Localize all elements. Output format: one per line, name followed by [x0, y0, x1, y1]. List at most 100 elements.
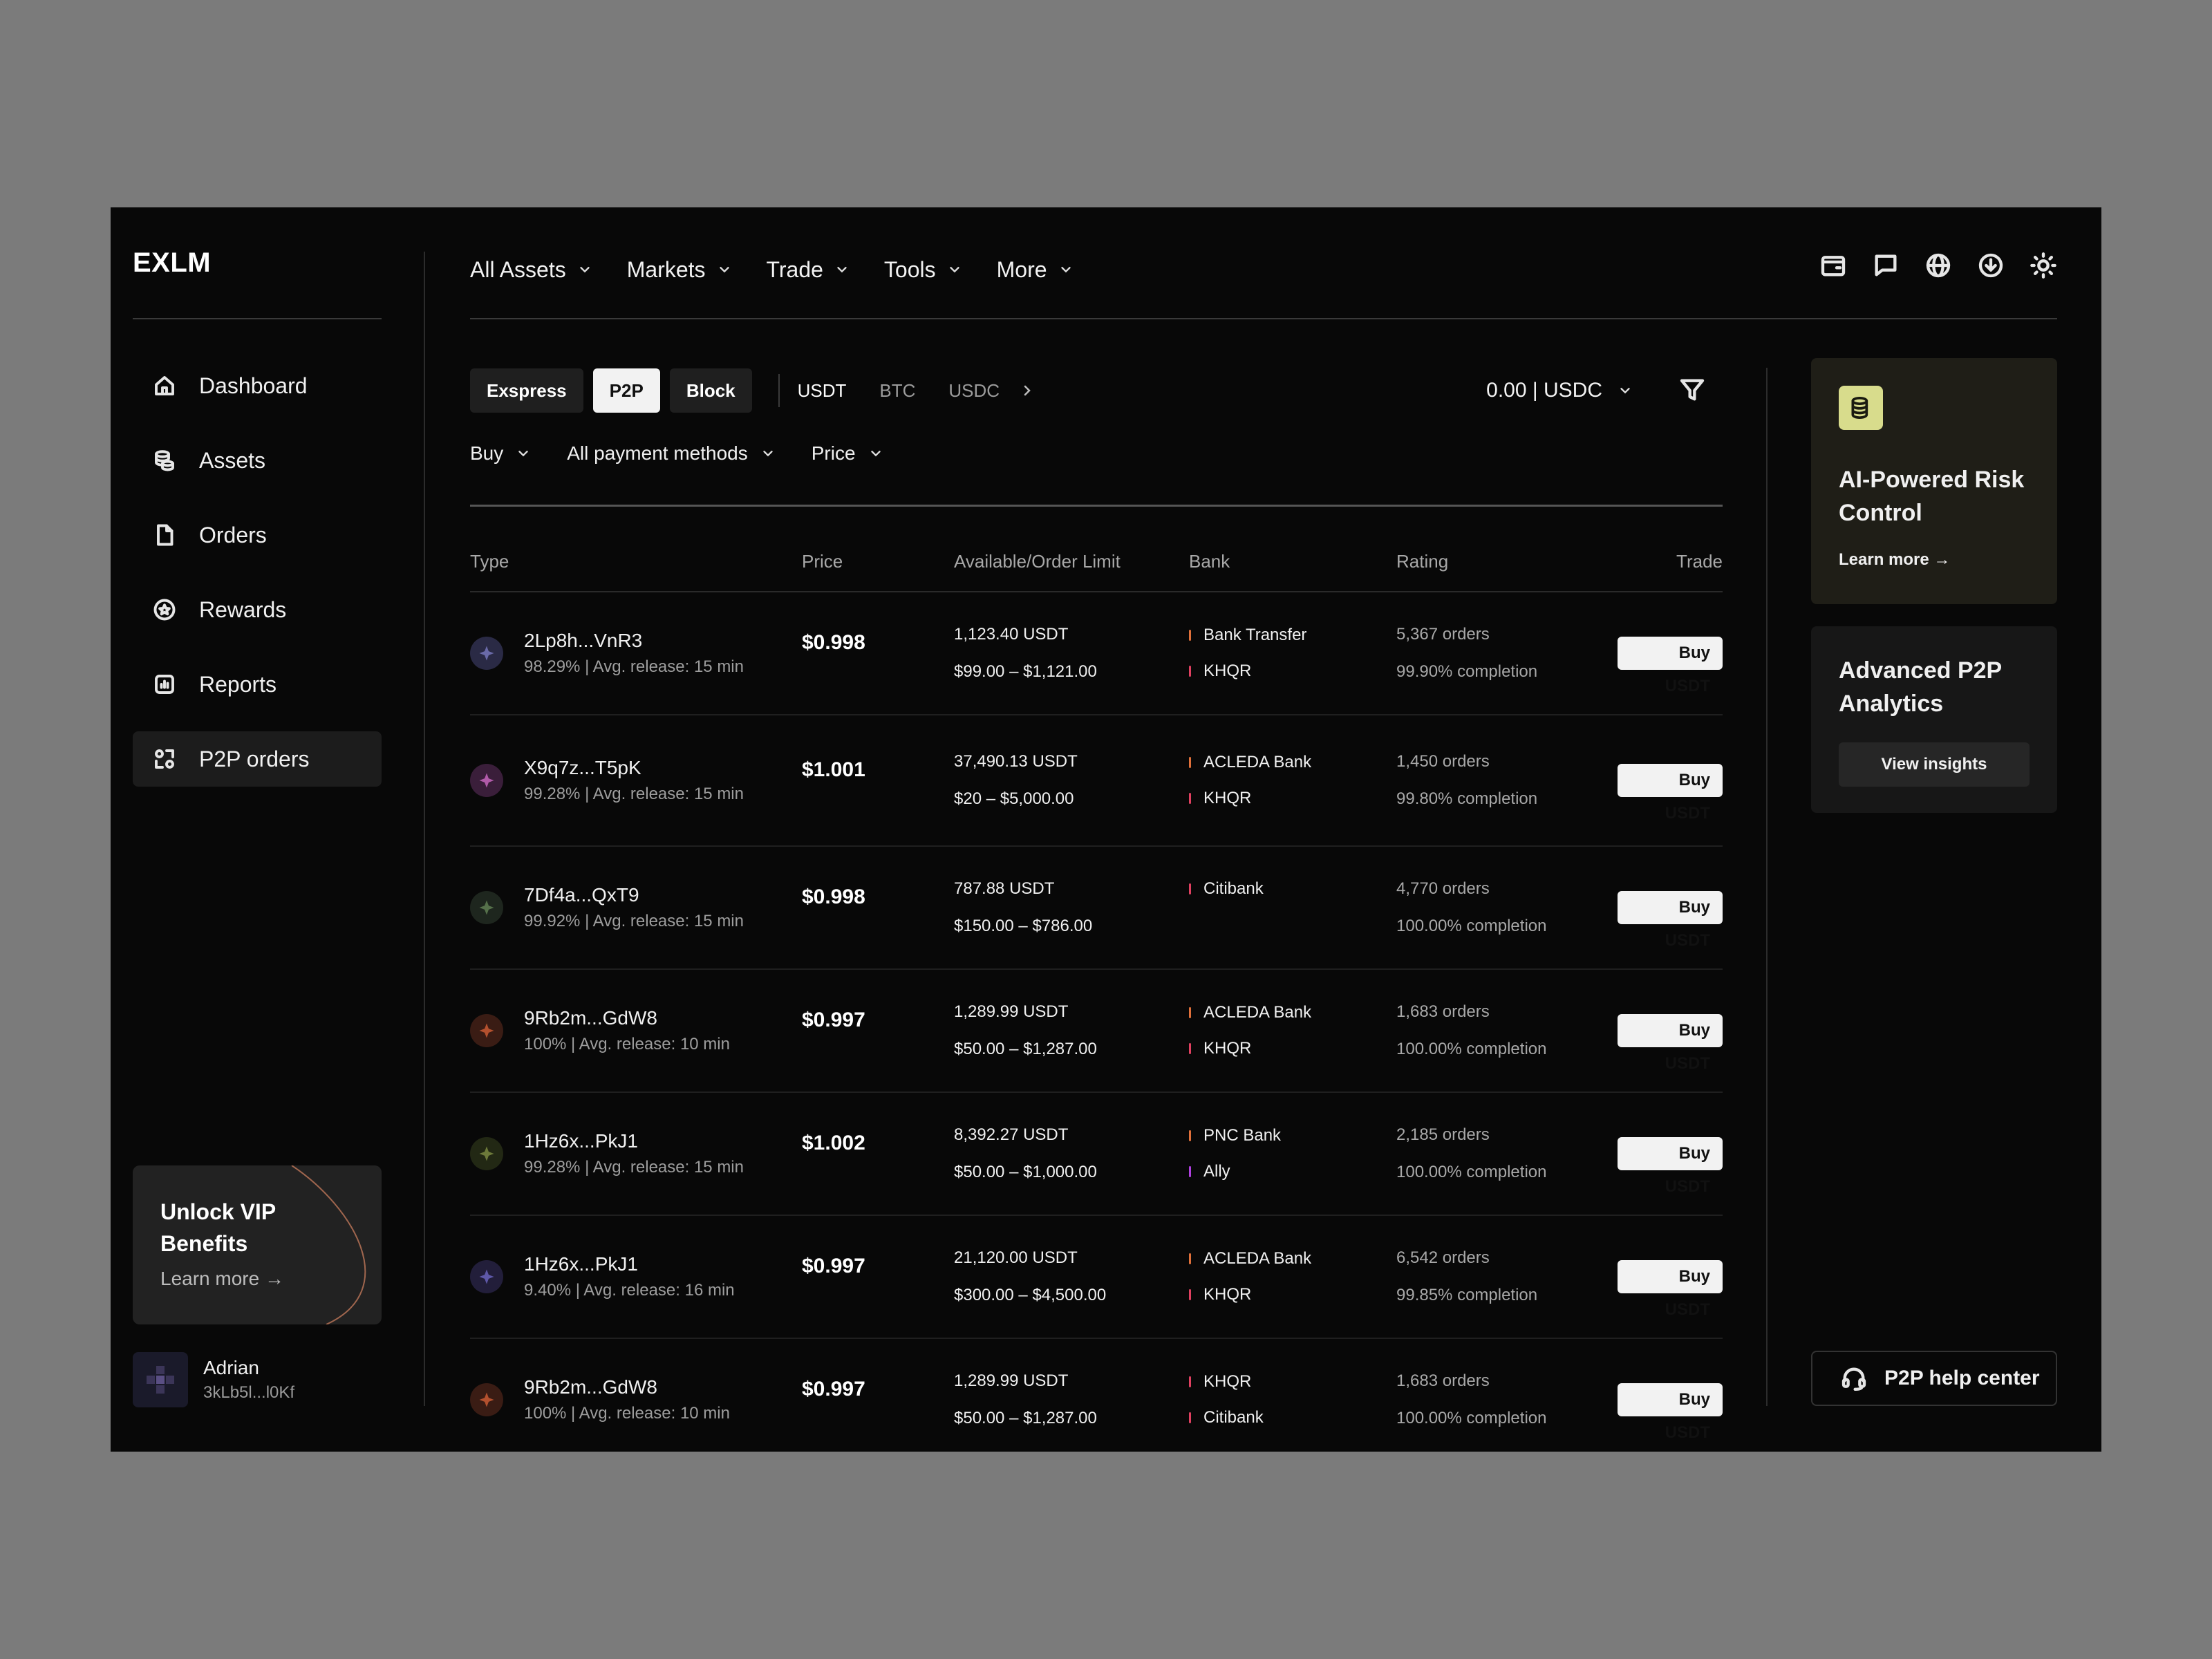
- merchant-name[interactable]: 2Lp8h...VnR3: [524, 630, 744, 652]
- merchant-name[interactable]: X9q7z...T5pK: [524, 757, 744, 779]
- topnav-more[interactable]: More: [997, 257, 1074, 283]
- merchant-name[interactable]: 9Rb2m...GdW8: [524, 1007, 730, 1029]
- available-amount: 1,123.40 USDT: [954, 625, 1069, 644]
- topnav-tools[interactable]: Tools: [884, 257, 962, 283]
- merchant-icon: [470, 1383, 503, 1416]
- order-limit: $50.00 – $1,000.00: [954, 1163, 1097, 1181]
- user-id: 3kLb5l...l0Kf: [203, 1383, 295, 1402]
- price-cell: $0.998: [802, 631, 954, 655]
- buy-usdt-button[interactable]: Buy USDT: [1618, 1260, 1723, 1319]
- risk-learn-more-link[interactable]: Learn more →: [1839, 550, 2030, 570]
- merchant-icon: [470, 764, 503, 797]
- order-count: 1,450 orders: [1396, 752, 1490, 771]
- availability-cell: 1,289.99 USDT $50.00 – $1,287.00: [954, 1371, 1189, 1428]
- globe-icon[interactable]: [1923, 250, 1953, 281]
- bank-cell: ACLEDA Bank KHQR: [1189, 1003, 1396, 1058]
- merchant-cell: X9q7z...T5pK 99.28% | Avg. release: 15 m…: [470, 757, 802, 804]
- help-center-label: P2P help center: [1884, 1367, 2040, 1389]
- sidebar-item-orders[interactable]: Orders: [133, 507, 382, 563]
- bank-cell: ACLEDA Bank KHQR: [1189, 1249, 1396, 1304]
- decorative-arc: [291, 1165, 366, 1324]
- mode-block-button[interactable]: Block: [669, 368, 752, 413]
- merchant-icon: [470, 1260, 503, 1293]
- sidebar-item-p2p-orders[interactable]: P2P orders: [133, 731, 382, 787]
- sidebar-item-label: Rewards: [199, 597, 287, 622]
- merchant-name[interactable]: 1Hz6x...PkJ1: [524, 1253, 735, 1275]
- mode-p2p-button[interactable]: P2P: [592, 368, 660, 413]
- availability-cell: 787.88 USDT $150.00 – $786.00: [954, 879, 1189, 936]
- table-header: Type Price Available/Order Limit Bank Ra…: [470, 550, 1723, 592]
- app-window: EXLM Dashboard Assets Orders Rewards Rep…: [111, 207, 2101, 1452]
- wallet-icon[interactable]: [1818, 250, 1848, 281]
- trade-cell: Buy USDT: [1618, 1014, 1723, 1073]
- vip-promo-card[interactable]: Unlock VIP Benefits Learn more →: [133, 1165, 382, 1324]
- payment-method-dropdown[interactable]: All payment methods: [567, 442, 775, 465]
- buy-usdt-button[interactable]: Buy USDT: [1618, 1383, 1723, 1442]
- sidebar-item-assets[interactable]: Assets: [133, 433, 382, 488]
- merchant-cell: 2Lp8h...VnR3 98.29% | Avg. release: 15 m…: [470, 630, 802, 677]
- price-cell: $0.997: [802, 1378, 954, 1401]
- buy-usdt-button[interactable]: Buy USDT: [1618, 637, 1723, 695]
- side-dropdown[interactable]: Buy: [470, 442, 531, 465]
- completion-rate: 99.90% completion: [1396, 662, 1538, 681]
- price-sort-dropdown[interactable]: Price: [812, 442, 883, 465]
- header-trade: Trade: [1676, 550, 1723, 572]
- chevron-down-icon: [763, 451, 773, 457]
- bank-marker: [1189, 1412, 1191, 1423]
- bank-method: KHQR: [1189, 662, 1396, 681]
- table-row: 2Lp8h...VnR3 98.29% | Avg. release: 15 m…: [470, 592, 1723, 715]
- download-icon[interactable]: [1976, 250, 2006, 281]
- bank-method: KHQR: [1189, 1039, 1396, 1058]
- completion-rate: 100.00% completion: [1396, 917, 1547, 935]
- badge-icon: [151, 596, 178, 624]
- coin-tab-btc[interactable]: BTC: [879, 380, 915, 402]
- merchant-name[interactable]: 7Df4a...QxT9: [524, 884, 744, 906]
- balance-selector[interactable]: 0.00 | USDC: [1486, 368, 1633, 413]
- merchant-stats: 99.28% | Avg. release: 15 min: [524, 1158, 744, 1177]
- topnav-trade[interactable]: Trade: [767, 257, 850, 283]
- buy-usdt-button[interactable]: Buy USDT: [1618, 1014, 1723, 1073]
- merchant-name[interactable]: 1Hz6x...PkJ1: [524, 1130, 744, 1152]
- coin-tab-usdc[interactable]: USDC: [948, 380, 1000, 402]
- sidebar-nav: Dashboard Assets Orders Rewards Reports …: [133, 358, 382, 806]
- coin-tab-usdt[interactable]: USDT: [798, 380, 847, 402]
- rating-cell: 2,185 orders 100.00% completion: [1396, 1125, 1618, 1182]
- available-amount: 37,490.13 USDT: [954, 752, 1078, 771]
- user-profile[interactable]: Adrian 3kLb5l...l0Kf: [133, 1352, 294, 1407]
- buy-usdt-button[interactable]: Buy USDT: [1618, 764, 1723, 823]
- sidebar-item-dashboard[interactable]: Dashboard: [133, 358, 382, 413]
- sidebar-item-reports[interactable]: Reports: [133, 657, 382, 712]
- sidebar-item-label: Orders: [199, 522, 267, 547]
- filter-bar: Buy All payment methods Price: [470, 440, 1723, 467]
- order-limit: $50.00 – $1,287.00: [954, 1040, 1097, 1058]
- chat-icon[interactable]: [1871, 250, 1901, 281]
- chevron-right-icon[interactable]: [1019, 382, 1035, 399]
- merchant-cell: 1Hz6x...PkJ1 99.28% | Avg. release: 15 m…: [470, 1130, 802, 1177]
- buy-usdt-button[interactable]: Buy USDT: [1618, 891, 1723, 950]
- price-value: $1.002: [802, 1132, 865, 1154]
- sun-icon[interactable]: [2028, 250, 2059, 281]
- completion-rate: 99.80% completion: [1396, 789, 1538, 808]
- bank-name: KHQR: [1203, 1039, 1252, 1058]
- mode-exspress-button[interactable]: Exspress: [470, 368, 583, 413]
- topnav-all-assets[interactable]: All Assets: [470, 257, 592, 283]
- bank-marker: [1189, 1253, 1191, 1264]
- logo[interactable]: EXLM: [133, 247, 211, 279]
- view-insights-button[interactable]: View insights: [1839, 742, 2030, 787]
- merchant-name[interactable]: 9Rb2m...GdW8: [524, 1376, 730, 1398]
- price-value: $0.998: [802, 885, 865, 908]
- right-panel-separator: [1766, 368, 1768, 1406]
- topnav-markets[interactable]: Markets: [627, 257, 732, 283]
- trade-cell: Buy USDT: [1618, 637, 1723, 695]
- price-value: $0.997: [802, 1009, 865, 1031]
- merchant-icon: [470, 1014, 503, 1047]
- user-name: Adrian: [203, 1357, 259, 1378]
- bank-name: Citibank: [1203, 1408, 1264, 1427]
- sidebar-item-rewards[interactable]: Rewards: [133, 582, 382, 637]
- buy-usdt-button[interactable]: Buy USDT: [1618, 1137, 1723, 1196]
- help-center-button[interactable]: P2P help center: [1811, 1351, 2057, 1406]
- filter-icon[interactable]: [1678, 376, 1707, 405]
- trade-cell: Buy USDT: [1618, 764, 1723, 823]
- bank-marker: [1189, 883, 1191, 894]
- risk-control-card[interactable]: AI-Powered Risk Control Learn more →: [1811, 358, 2057, 604]
